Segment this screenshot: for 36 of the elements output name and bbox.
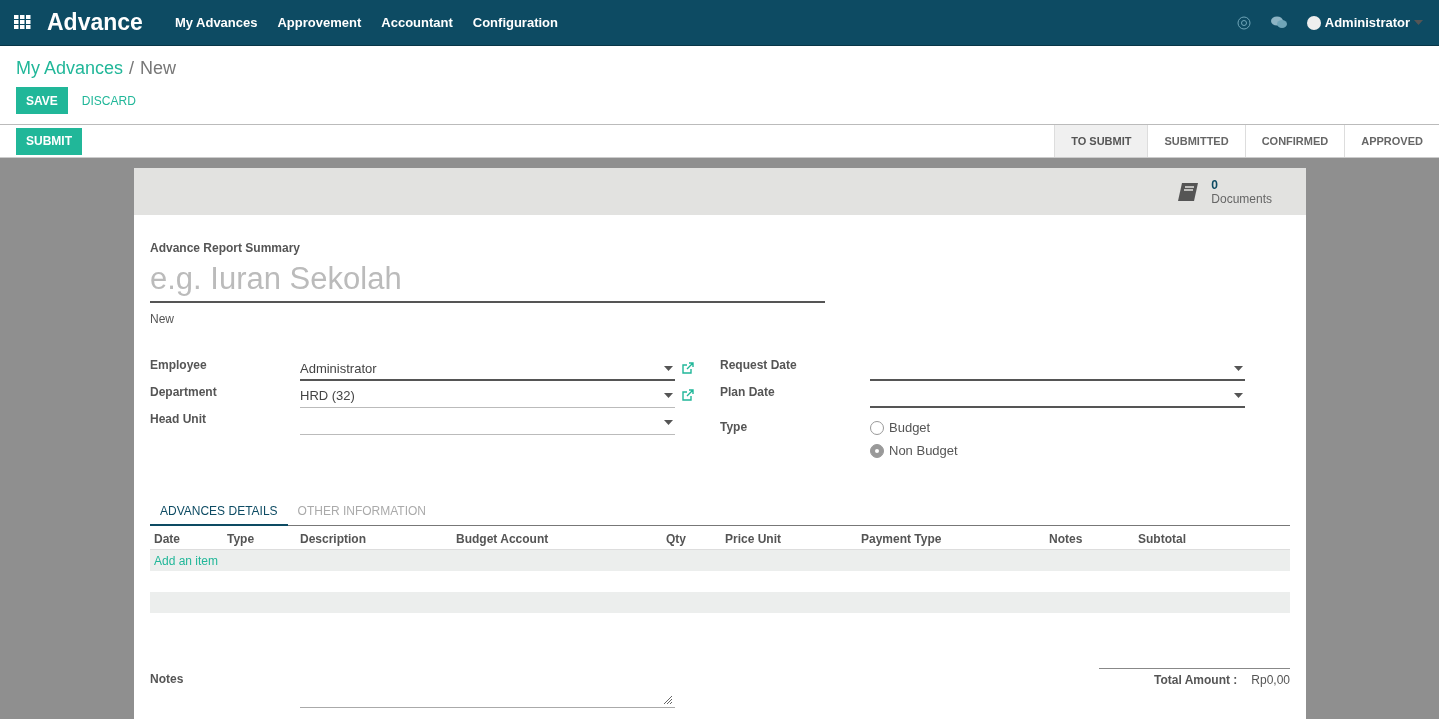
at-sign-icon[interactable] [1236, 15, 1251, 30]
user-menu[interactable]: Administrator [1306, 15, 1425, 30]
caret-icon[interactable] [664, 393, 673, 398]
chat-bubbles-icon[interactable] [1270, 16, 1287, 29]
select-field[interactable]: Administrator [300, 357, 675, 381]
status-stage[interactable]: TO SUBMIT [1054, 125, 1148, 157]
field-label: Request Date [720, 357, 798, 372]
menu-item[interactable]: Approvement [277, 15, 362, 30]
book-icon [1177, 181, 1200, 202]
field-label: Head Unit [150, 411, 207, 426]
total-amount: Rp0,00 [1251, 673, 1290, 689]
breadcrumb-separator: / [129, 58, 135, 79]
field-label: Notes [150, 671, 185, 686]
radio-option[interactable]: Budget [870, 420, 1245, 435]
field-label: Employee [150, 357, 208, 372]
tab[interactable]: ADVANCES DETAILS [150, 498, 288, 526]
menu-item[interactable]: My Advances [174, 15, 258, 30]
field-label: Type [720, 419, 749, 434]
radio-option[interactable]: Non Budget [870, 443, 1245, 458]
resize-handle-icon[interactable] [663, 695, 673, 705]
apps-grid-icon[interactable] [14, 15, 31, 30]
field-label: Department [150, 384, 218, 399]
caret-icon[interactable] [664, 365, 673, 371]
field-label: Plan Date [720, 384, 776, 399]
select-field[interactable]: HRD (32) [300, 384, 675, 408]
caret-icon[interactable] [1234, 365, 1243, 371]
documents-button[interactable]: 0 Documents [1171, 176, 1278, 207]
caret-icon[interactable] [1234, 392, 1243, 398]
record-state: New [150, 312, 175, 326]
app-title: Advance [47, 9, 143, 36]
field-label: Advance Report Summary [150, 241, 302, 255]
breadcrumb-current: New [140, 58, 177, 79]
menu-item[interactable]: Configuration [472, 15, 558, 30]
menu-item[interactable]: Accountant [381, 15, 453, 30]
total-label: Total Amount : [1153, 673, 1238, 689]
caret-icon[interactable] [664, 420, 673, 425]
